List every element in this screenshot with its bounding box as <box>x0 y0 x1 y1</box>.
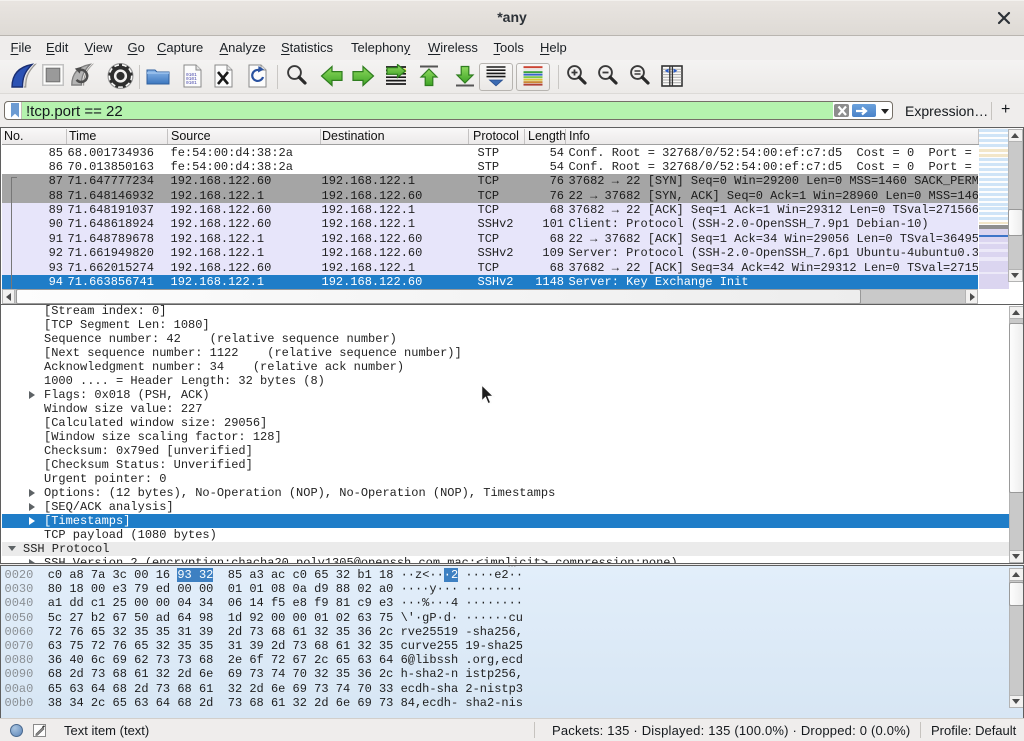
svg-text:0101: 0101 <box>186 80 197 86</box>
